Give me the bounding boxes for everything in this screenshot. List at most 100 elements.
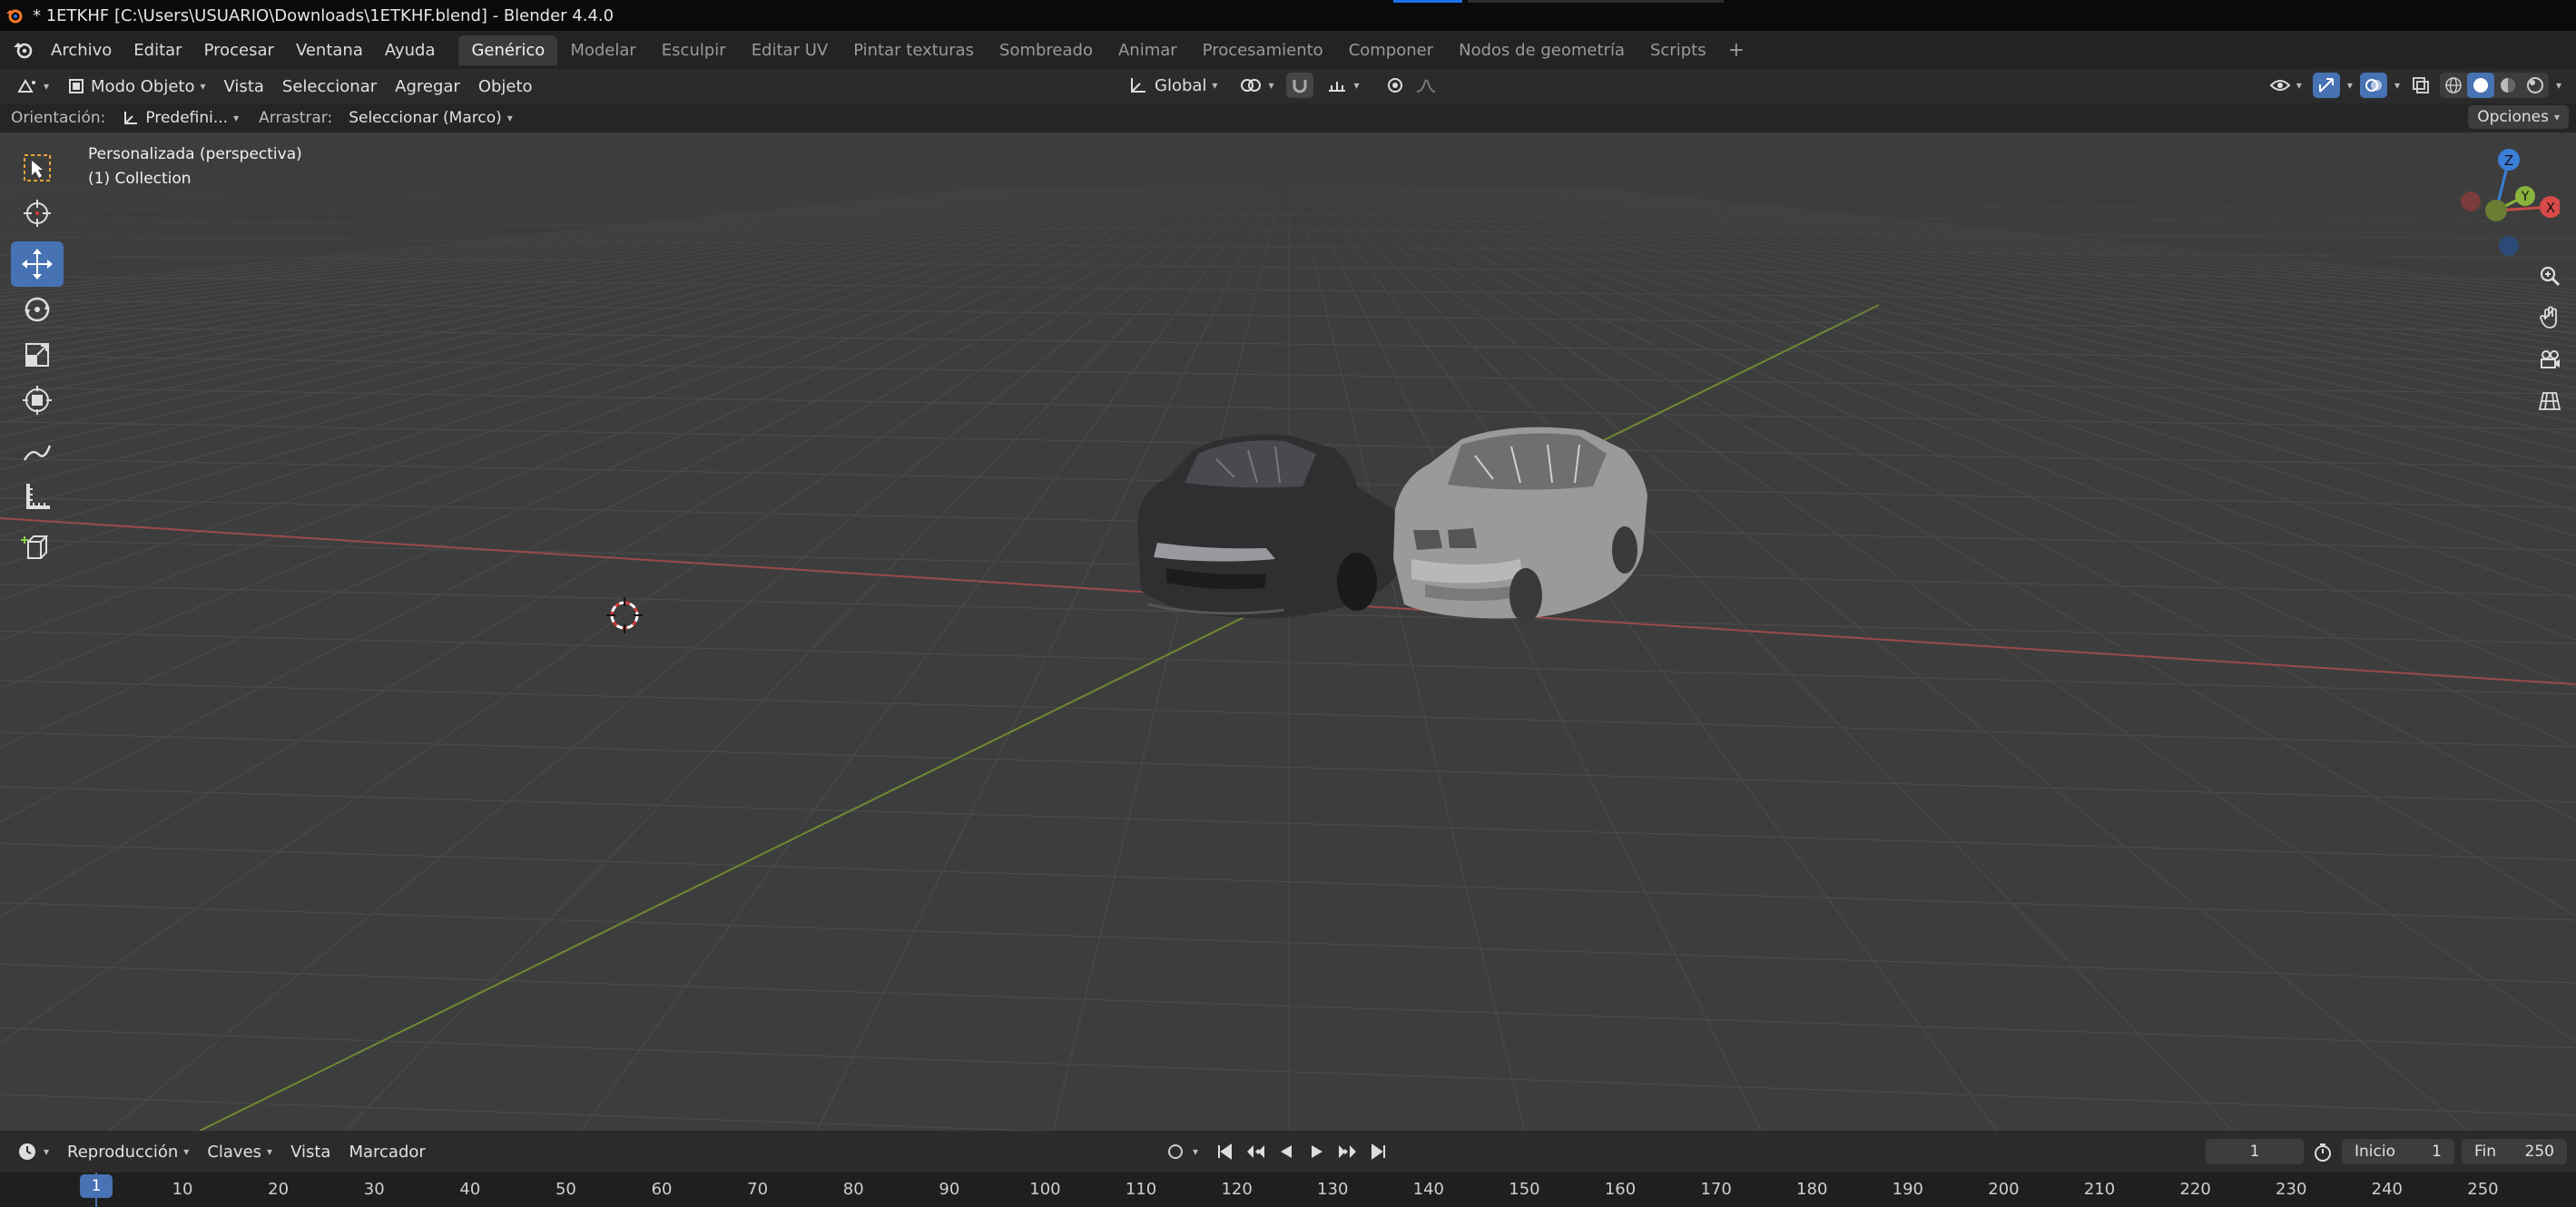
menu-seleccionar[interactable]: Seleccionar — [273, 74, 386, 99]
rotate-tool[interactable] — [11, 287, 64, 332]
tab-esculpir[interactable]: Esculpir — [649, 35, 739, 65]
tab-generico[interactable]: Genérico — [458, 34, 558, 65]
taskbar-highlight — [1393, 0, 1462, 3]
ruler-tick-label: 240 — [2371, 1180, 2404, 1199]
menu-agregar[interactable]: Agregar — [386, 74, 469, 99]
add-workspace-button[interactable]: + — [1719, 39, 1754, 62]
mode-selector[interactable]: Modo Objeto ▾ — [58, 74, 214, 99]
playhead-frame[interactable]: 1 — [80, 1174, 113, 1198]
tab-editar-uv[interactable]: Editar UV — [739, 35, 841, 65]
visibility-dropdown[interactable]: ▾ — [2260, 74, 2311, 97]
eye-icon — [2269, 80, 2291, 91]
move-tool[interactable] — [11, 241, 64, 287]
timeline-view-menu[interactable]: Vista — [281, 1140, 339, 1164]
3d-cursor-icon[interactable] — [603, 594, 646, 637]
xray-toggle[interactable] — [2407, 73, 2434, 98]
transform-icon — [23, 386, 52, 415]
frame-ruler[interactable]: 10 20 30 40 50 60 70 80 90 100 110 120 130 140 150 160 1… — [0, 1173, 2576, 1207]
annotate-tool[interactable] — [11, 428, 64, 474]
auto-keying-toggle[interactable] — [1162, 1139, 1189, 1164]
snap-toggle[interactable] — [1286, 73, 1314, 98]
snap-target-dropdown[interactable]: ▾ — [1317, 74, 1368, 97]
neg-y-handle[interactable] — [2485, 200, 2507, 221]
scale-icon — [25, 343, 49, 367]
menu-ayuda[interactable]: Ayuda — [374, 41, 447, 60]
tab-modelar[interactable]: Modelar — [557, 35, 648, 65]
ruler-tick-label: 10 — [172, 1180, 193, 1199]
gizmo-arrows-icon — [2318, 78, 2334, 93]
scale-tool[interactable] — [11, 332, 64, 378]
cursor-tool[interactable] — [11, 191, 64, 236]
view-name: Personalizada (perspectiva) — [88, 145, 302, 163]
prev-keyframe-button[interactable] — [1242, 1139, 1269, 1164]
transform-orientation-dropdown[interactable]: Global ▾ — [1118, 73, 1226, 98]
play-reverse-button[interactable] — [1273, 1139, 1300, 1164]
timeline-editor-type[interactable]: ▾ — [7, 1138, 58, 1165]
neg-z-handle[interactable] — [2499, 236, 2519, 256]
drag-dropdown[interactable]: Seleccionar (Marco) ▾ — [339, 106, 522, 130]
tab-nodos-geometria[interactable]: Nodos de geometría — [1446, 35, 1637, 65]
shading-material[interactable] — [2494, 73, 2522, 98]
overlays-toggle[interactable] — [2359, 73, 2387, 98]
ruler-tick-label: 20 — [268, 1180, 290, 1199]
tab-sombreado[interactable]: Sombreado — [987, 35, 1106, 65]
editor-type-button[interactable]: ▾ — [7, 74, 58, 98]
pivot-point-dropdown[interactable]: ▾ — [1230, 73, 1283, 98]
play-button[interactable] — [1303, 1139, 1331, 1164]
playback-label: Reproducción — [67, 1142, 179, 1162]
keys-menu[interactable]: Claves ▾ — [198, 1140, 281, 1164]
next-keyframe-button[interactable] — [1334, 1139, 1362, 1164]
menu-editar[interactable]: Editar — [123, 41, 192, 60]
tab-componer[interactable]: Componer — [1336, 35, 1446, 65]
menu-vista[interactable]: Vista — [215, 74, 273, 99]
grey-car[interactable] — [1393, 427, 1647, 623]
dark-car[interactable] — [1137, 434, 1402, 619]
ruler-tick-label: 170 — [1700, 1180, 1732, 1199]
tab-scripts[interactable]: Scripts — [1637, 35, 1719, 65]
neg-x-handle[interactable] — [2461, 191, 2481, 211]
tab-animar[interactable]: Animar — [1106, 35, 1190, 65]
camera-view-button[interactable] — [2536, 347, 2563, 372]
ruler-tick-label: 40 — [459, 1180, 481, 1199]
shading-rendered[interactable] — [2522, 73, 2549, 98]
end-frame-field[interactable]: Fin 250 — [2462, 1139, 2567, 1164]
ruler-tick-label: 230 — [2276, 1180, 2307, 1199]
jump-end-button[interactable] — [1365, 1139, 1392, 1164]
menu-ventana[interactable]: Ventana — [285, 41, 374, 60]
tab-pintar-texturas[interactable]: Pintar texturas — [841, 35, 987, 65]
solid-sphere-icon — [2473, 78, 2488, 93]
tab-procesamiento[interactable]: Procesamiento — [1190, 35, 1336, 65]
menu-objeto[interactable]: Objeto — [469, 74, 542, 99]
add-cube-tool[interactable] — [11, 525, 64, 570]
start-frame-field[interactable]: Inicio 1 — [2342, 1139, 2454, 1164]
measure-tool[interactable] — [11, 474, 64, 519]
stopwatch-icon[interactable] — [2312, 1142, 2334, 1163]
jump-start-button[interactable] — [1211, 1139, 1238, 1164]
current-frame-field[interactable]: 1 — [2206, 1139, 2304, 1164]
menu-archivo[interactable]: Archivo — [40, 41, 123, 60]
transform-tool[interactable] — [11, 378, 64, 423]
playback-menu[interactable]: Reproducción ▾ — [58, 1140, 198, 1164]
gizmo-toggle[interactable] — [2312, 73, 2340, 98]
menu-procesar[interactable]: Procesar — [193, 41, 285, 60]
options-dropdown[interactable]: Opciones ▾ — [2468, 105, 2569, 129]
marker-menu[interactable]: Marcador — [339, 1140, 434, 1164]
pan-button[interactable] — [2536, 305, 2563, 330]
shading-wireframe[interactable] — [2440, 73, 2467, 98]
proportional-edit-toggle[interactable] — [1381, 73, 1409, 98]
next-keyframe-icon — [1339, 1145, 1357, 1158]
zoom-button[interactable] — [2536, 263, 2563, 289]
select-box-tool[interactable] — [11, 145, 64, 191]
3d-viewport[interactable]: Personalizada (perspectiva) (1) Collecti… — [0, 132, 2576, 1131]
keys-label: Claves — [207, 1142, 262, 1162]
pivot-icon — [1241, 79, 1262, 92]
falloff-dropdown[interactable] — [1412, 73, 1440, 98]
orientation-dropdown[interactable]: Predefini... ▾ — [113, 106, 248, 130]
perspective-toggle-button[interactable] — [2536, 388, 2563, 414]
blender-menu-icon[interactable] — [11, 39, 36, 61]
shading-solid[interactable] — [2466, 73, 2494, 98]
car-models[interactable] — [1130, 423, 1657, 641]
ruler-tick-label: 250 — [2467, 1180, 2499, 1199]
navigation-gizmo[interactable]: Z Y X — [2451, 143, 2560, 261]
zoom-magnifier-icon — [2540, 266, 2561, 287]
